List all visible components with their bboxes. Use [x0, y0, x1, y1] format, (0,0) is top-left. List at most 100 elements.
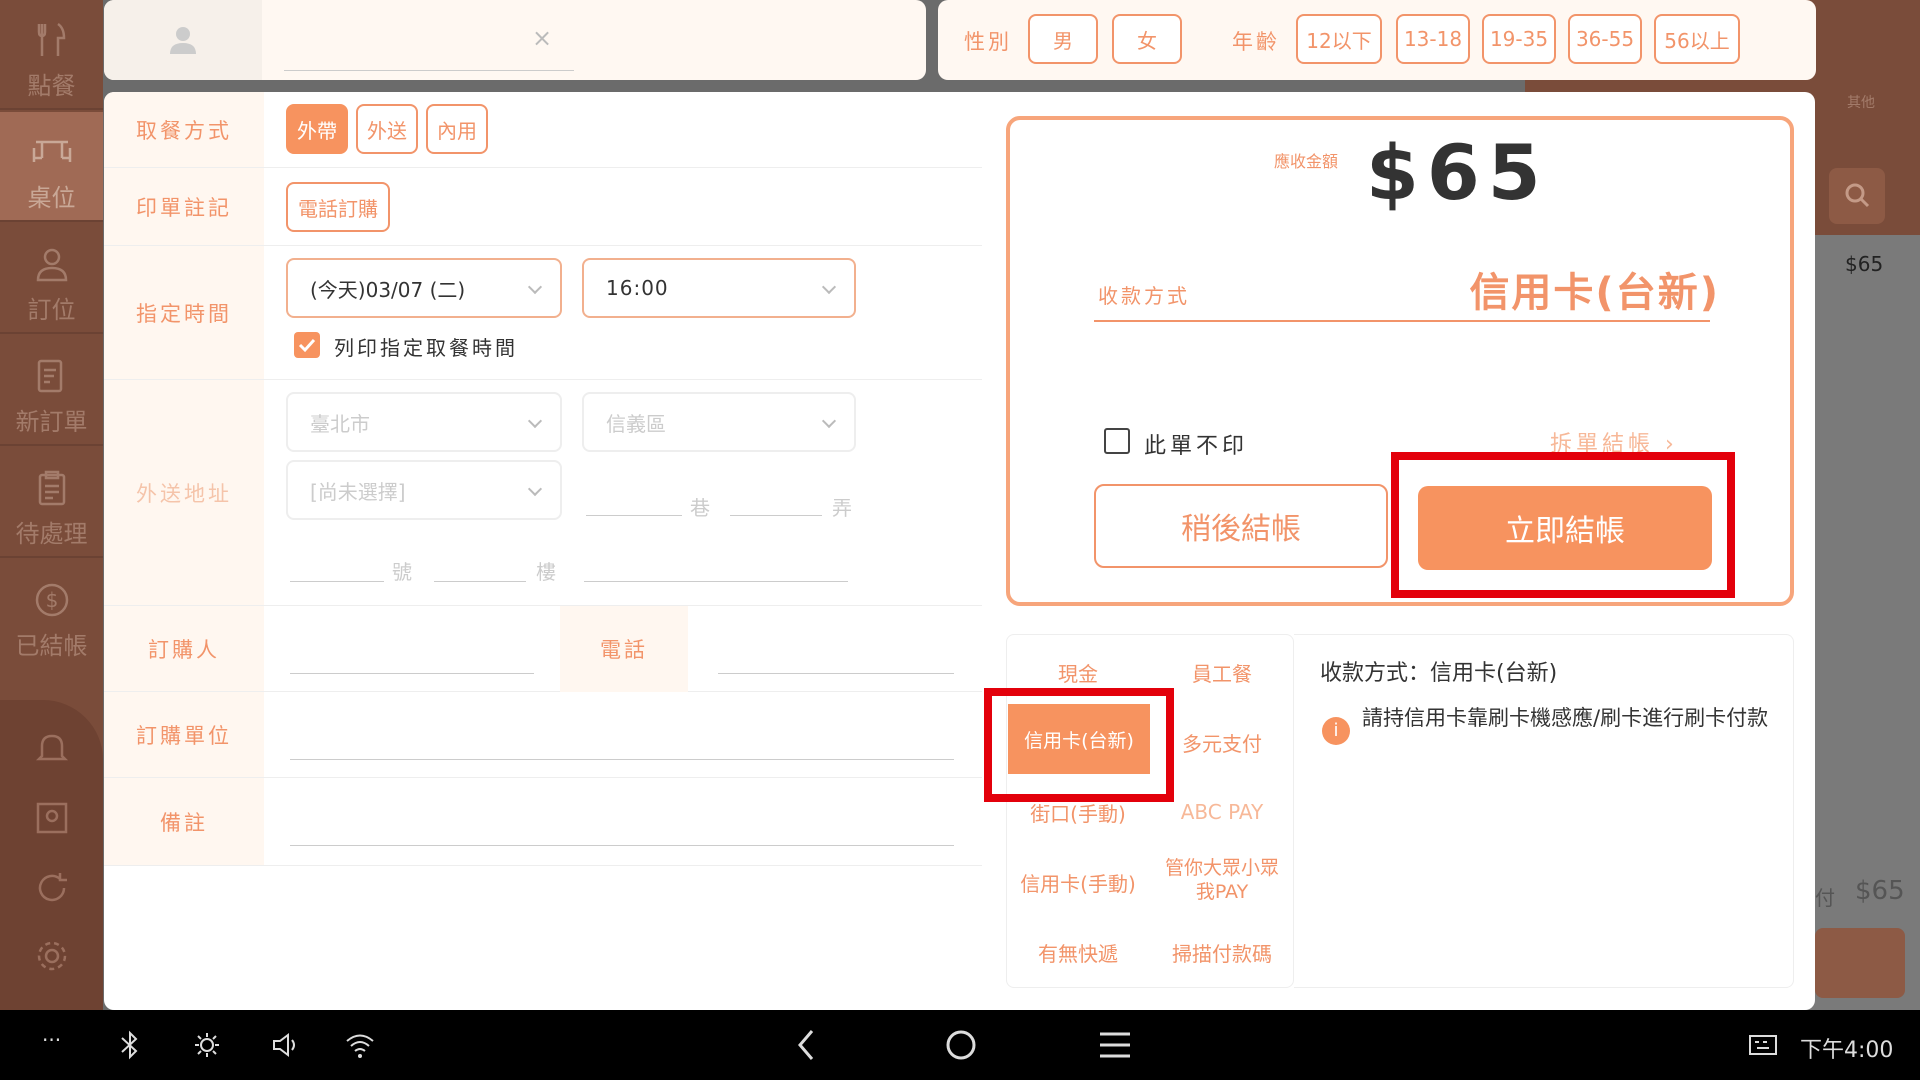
chevron-down-icon	[527, 279, 543, 295]
city-select[interactable]: 臺北市	[286, 392, 562, 452]
sidebar-item-pending[interactable]: 待處理	[0, 448, 103, 558]
orderer-row: 訂購人 電話	[104, 606, 982, 692]
note-input[interactable]	[290, 816, 954, 846]
time-row: 指定時間 (今天)03/07 (二) 16:00 列印指定取餐時間	[104, 246, 982, 380]
age-button[interactable]: 36-55	[1568, 14, 1642, 64]
method-abc-pay[interactable]: ABC PAY	[1150, 800, 1294, 824]
pickup-takeout-button[interactable]: 外帶	[286, 104, 348, 154]
address-label: 外送地址	[104, 380, 264, 605]
home-icon[interactable]	[944, 1028, 978, 1062]
orderer-input[interactable]	[290, 644, 534, 674]
customer-card: ×	[104, 0, 926, 80]
system-taskbar: ··· 下午4:00	[0, 1010, 1920, 1080]
chevron-down-icon	[527, 481, 543, 497]
print-time-checkbox[interactable]	[294, 332, 320, 358]
phone-input[interactable]	[718, 644, 954, 674]
no-print-checkbox[interactable]	[1104, 428, 1130, 454]
edit-doc-icon	[0, 358, 103, 398]
bluetooth-icon[interactable]	[118, 1028, 142, 1062]
bell-icon[interactable]	[34, 730, 70, 766]
sidebar-label: 新訂單	[15, 408, 88, 436]
method-scan-code[interactable]: 掃描付款碼	[1150, 938, 1294, 967]
chevron-down-icon	[527, 413, 543, 429]
fork-knife-icon	[0, 22, 103, 62]
register-icon[interactable]	[34, 800, 70, 836]
more-label: 其他	[1847, 95, 1875, 111]
person-icon	[0, 246, 103, 286]
menu-icon[interactable]	[1098, 1028, 1132, 1062]
chevron-down-icon	[821, 413, 837, 429]
date-select[interactable]: (今天)03/07 (二)	[286, 258, 562, 318]
amount-due-label: 應收金額	[1274, 152, 1339, 171]
search-icon	[1829, 168, 1885, 224]
note-label: 備註	[104, 778, 264, 865]
keyboard-icon[interactable]	[1748, 1028, 1778, 1062]
sidebar-item-reservation[interactable]: 訂位	[0, 224, 103, 334]
highlight-pay-now	[1391, 452, 1735, 598]
sync-icon[interactable]	[34, 870, 70, 906]
age-button[interactable]: 19-35	[1482, 14, 1556, 64]
dollar-icon: $	[0, 582, 103, 622]
floor-input[interactable]	[434, 552, 526, 582]
lane-input[interactable]	[586, 486, 682, 516]
more-icon[interactable]: ···	[42, 1028, 61, 1062]
person-icon	[170, 27, 196, 54]
pay-later-button[interactable]: 稍後結帳	[1094, 484, 1388, 568]
amount-due-value: $65	[1366, 128, 1549, 217]
settings-icon[interactable]	[34, 938, 70, 974]
customer-avatar[interactable]	[104, 0, 262, 80]
alley-input[interactable]	[730, 486, 822, 516]
method-staff-meal[interactable]: 員工餐	[1150, 658, 1294, 687]
print-note-row: 印單註記 電話訂購	[104, 168, 982, 246]
info-title: 收款方式：信用卡(台新)	[1320, 661, 1558, 686]
sidebar-label: 已結帳	[15, 632, 88, 660]
sidebar-item-table[interactable]: 桌位	[0, 112, 103, 222]
sidebar-item-order[interactable]: 點餐	[0, 0, 103, 110]
method-cash[interactable]: 現金	[1006, 658, 1150, 687]
sidebar-item-paid[interactable]: $ 已結帳	[0, 560, 103, 670]
print-time-label: 列印指定取餐時間	[334, 336, 518, 360]
info-message: 請持信用卡靠刷卡機感應/刷卡進行刷卡付款	[1362, 706, 1769, 730]
age-button[interactable]: 56以上	[1654, 14, 1740, 64]
age-button[interactable]: 13-18	[1396, 14, 1470, 64]
brightness-icon[interactable]	[192, 1028, 222, 1062]
clock: 下午4:00	[1800, 1038, 1894, 1063]
method-credit-manual[interactable]: 信用卡(手動)	[1006, 868, 1150, 897]
chevron-down-icon	[821, 279, 837, 295]
method-courier[interactable]: 有無快遞	[1006, 938, 1150, 967]
gender-female-button[interactable]: 女	[1112, 14, 1182, 64]
floor-label: 樓	[536, 560, 556, 584]
table-icon	[0, 134, 103, 174]
wifi-icon[interactable]	[344, 1028, 376, 1062]
note-row: 備註	[104, 778, 982, 866]
demographics-card: 性別 男 女 年齡 12以下 13-18 19-35 36-55 56以上	[938, 0, 1816, 80]
number-input[interactable]	[290, 552, 384, 582]
address-extra-input[interactable]	[584, 552, 848, 582]
sidebar-item-new-order[interactable]: 新訂單	[0, 336, 103, 446]
method-custom-pay[interactable]: 管你大眾小眾我PAY	[1150, 856, 1294, 904]
pickup-delivery-button[interactable]: 外送	[356, 104, 418, 154]
sidebar: 點餐 桌位 訂位 新訂單 待處理 $ 已結帳	[0, 0, 103, 1010]
age-button[interactable]: 12以下	[1296, 14, 1382, 64]
unit-input[interactable]	[290, 730, 954, 760]
gender-male-button[interactable]: 男	[1028, 14, 1098, 64]
clear-icon[interactable]: ×	[532, 24, 552, 52]
phone-label: 電話	[560, 606, 688, 692]
unit-row: 訂購單位	[104, 692, 982, 778]
customer-input[interactable]	[284, 70, 574, 71]
sidebar-label: 桌位	[27, 184, 76, 212]
info-icon: i	[1322, 717, 1350, 745]
phone-order-chip[interactable]: 電話訂購	[286, 182, 390, 232]
volume-icon[interactable]	[270, 1028, 300, 1062]
clipboard-icon	[0, 470, 103, 510]
pickup-dinein-button[interactable]: 內用	[426, 104, 488, 154]
alley-label: 弄	[832, 496, 852, 520]
payment-info-panel: 收款方式：信用卡(台新) i 請持信用卡靠刷卡機感應/刷卡進行刷卡付款	[1294, 634, 1794, 988]
district-select[interactable]: 信義區	[582, 392, 856, 452]
sidebar-label: 點餐	[27, 72, 76, 100]
time-select[interactable]: 16:00	[582, 258, 856, 318]
back-icon[interactable]	[794, 1028, 818, 1062]
method-jko-manual[interactable]: 街口(手動)	[1006, 798, 1150, 827]
street-select[interactable]: [尚未選擇]	[286, 460, 562, 520]
no-print-label: 此單不印	[1144, 434, 1249, 459]
